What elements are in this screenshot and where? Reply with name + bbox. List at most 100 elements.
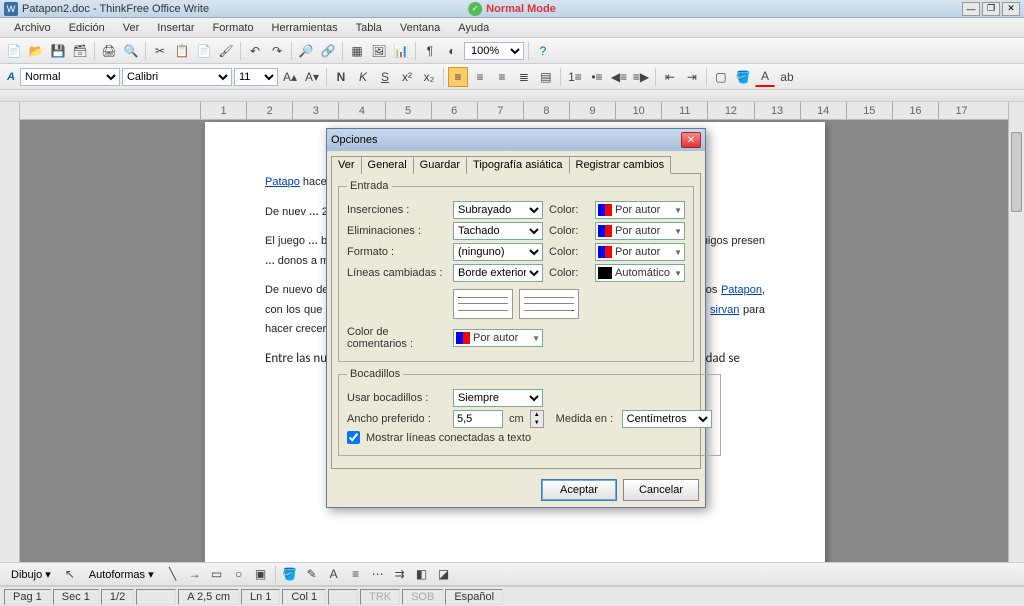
line-icon[interactable]: ╲: [163, 564, 183, 584]
highlight-icon[interactable]: ab: [777, 67, 797, 87]
dec-indent-icon[interactable]: ⇤: [660, 67, 680, 87]
menu-insertar[interactable]: Insertar: [149, 20, 202, 36]
numbering-icon[interactable]: 1≡: [565, 67, 585, 87]
preview-icon[interactable]: 🔍: [121, 41, 141, 61]
line-color-icon[interactable]: ✎: [302, 564, 322, 584]
zoom-combo[interactable]: 100%: [464, 42, 524, 60]
comentarios-color[interactable]: Por autor▼: [453, 329, 543, 347]
bold-icon[interactable]: N: [331, 67, 351, 87]
help-icon[interactable]: ?: [533, 41, 553, 61]
lineas-color[interactable]: Automático▼: [595, 264, 685, 282]
menu-herramientas[interactable]: Herramientas: [264, 20, 346, 36]
draw-menu[interactable]: Dibujo ▾: [4, 565, 58, 584]
shadow-icon[interactable]: ◧: [412, 564, 432, 584]
eliminaciones-select[interactable]: Tachado: [453, 222, 543, 240]
inserciones-select[interactable]: Subrayado: [453, 201, 543, 219]
arrow-style-icon[interactable]: ⇉: [390, 564, 410, 584]
close-button[interactable]: ✕: [1002, 2, 1020, 16]
outdent-icon[interactable]: ◀≡: [609, 67, 629, 87]
dialog-titlebar[interactable]: Opciones ✕: [327, 129, 705, 151]
align-center-icon[interactable]: ≡: [470, 67, 490, 87]
cut-icon[interactable]: ✂: [150, 41, 170, 61]
font-combo[interactable]: Calibri: [122, 68, 232, 86]
underline-icon[interactable]: S: [375, 67, 395, 87]
line-preview[interactable]: [453, 289, 579, 319]
redo-icon[interactable]: ↷: [267, 41, 287, 61]
menu-ver[interactable]: Ver: [115, 20, 148, 36]
format-painter-icon[interactable]: 🖌: [216, 41, 236, 61]
bullets-icon[interactable]: •≡: [587, 67, 607, 87]
grow-font-icon[interactable]: A▴: [280, 67, 300, 87]
save-icon[interactable]: 💾: [48, 41, 68, 61]
menu-edicion[interactable]: Edición: [61, 20, 113, 36]
aceptar-button[interactable]: Aceptar: [541, 479, 617, 501]
menu-formato[interactable]: Formato: [205, 20, 262, 36]
align-left-icon[interactable]: ≡: [448, 67, 468, 87]
line-style-icon[interactable]: ≡: [346, 564, 366, 584]
print-icon[interactable]: 🖨: [99, 41, 119, 61]
indent-icon[interactable]: ≡▶: [631, 67, 651, 87]
inserciones-color[interactable]: Por autor▼: [595, 201, 685, 219]
select-arrow-icon[interactable]: ↖: [60, 564, 80, 584]
menu-ayuda[interactable]: Ayuda: [450, 20, 497, 36]
border-icon[interactable]: ▢: [711, 67, 731, 87]
table-icon[interactable]: ▦: [347, 41, 367, 61]
superscript-icon[interactable]: x²: [397, 67, 417, 87]
paragraph-mark-icon[interactable]: ¶: [420, 41, 440, 61]
style-combo[interactable]: Normal: [20, 68, 120, 86]
menu-ventana[interactable]: Ventana: [392, 20, 448, 36]
new-icon[interactable]: 📄: [4, 41, 24, 61]
tab-guardar[interactable]: Guardar: [413, 156, 467, 174]
inc-indent-icon[interactable]: ⇥: [682, 67, 702, 87]
ancho-spinner[interactable]: ▲▼: [530, 410, 544, 428]
font-color2-icon[interactable]: A: [324, 564, 344, 584]
oval-icon[interactable]: ○: [229, 564, 249, 584]
menu-archivo[interactable]: Archivo: [6, 20, 59, 36]
tab-registrar-cambios[interactable]: Registrar cambios: [569, 156, 672, 174]
lineas-select[interactable]: Borde exterior: [453, 264, 543, 282]
undo-icon[interactable]: ↶: [245, 41, 265, 61]
align-right-icon[interactable]: ≡: [492, 67, 512, 87]
subscript-icon[interactable]: x₂: [419, 67, 439, 87]
rect-icon[interactable]: ▭: [207, 564, 227, 584]
fill-icon[interactable]: 🪣: [280, 564, 300, 584]
hyperlink-icon[interactable]: 🔗: [318, 41, 338, 61]
paste-icon[interactable]: 📄: [194, 41, 214, 61]
tab-general[interactable]: General: [361, 156, 414, 174]
usar-bocadillos-select[interactable]: Siempre: [453, 389, 543, 407]
vertical-ruler: [0, 102, 20, 562]
copy-icon[interactable]: 📋: [172, 41, 192, 61]
tab-tipografia[interactable]: Tipografía asiática: [466, 156, 569, 174]
fill-color-icon[interactable]: 🪣: [733, 67, 753, 87]
dash-style-icon[interactable]: ⋯: [368, 564, 388, 584]
fontsize-combo[interactable]: 11: [234, 68, 278, 86]
maximize-button[interactable]: ❐: [982, 2, 1000, 16]
menu-tabla[interactable]: Tabla: [348, 20, 390, 36]
italic-icon[interactable]: K: [353, 67, 373, 87]
shrink-font-icon[interactable]: A▾: [302, 67, 322, 87]
tab-ver[interactable]: Ver: [331, 156, 362, 174]
textbox-icon[interactable]: ▣: [251, 564, 271, 584]
vertical-scrollbar[interactable]: [1008, 102, 1024, 562]
formato-color[interactable]: Por autor▼: [595, 243, 685, 261]
open-icon[interactable]: 📂: [26, 41, 46, 61]
eliminaciones-color[interactable]: Por autor▼: [595, 222, 685, 240]
font-color-icon[interactable]: A: [755, 67, 775, 87]
cancelar-button[interactable]: Cancelar: [623, 479, 699, 501]
mostrar-lineas-checkbox[interactable]: [347, 431, 360, 444]
align-justify-icon[interactable]: ≣: [514, 67, 534, 87]
autoshapes-menu[interactable]: Autoformas ▾: [82, 565, 161, 584]
3d-icon[interactable]: ◪: [434, 564, 454, 584]
image-icon[interactable]: 🖼: [369, 41, 389, 61]
chart-icon[interactable]: 📊: [391, 41, 411, 61]
medida-select[interactable]: Centímetros: [622, 410, 712, 428]
ancho-input[interactable]: [453, 410, 503, 428]
dialog-close-icon[interactable]: ✕: [681, 132, 701, 148]
minimize-button[interactable]: —: [962, 2, 980, 16]
distribute-icon[interactable]: ▤: [536, 67, 556, 87]
saveall-icon[interactable]: 🗃: [70, 41, 90, 61]
arrow-icon[interactable]: →: [185, 564, 205, 584]
zoom-toggle-icon[interactable]: ◐: [442, 41, 462, 61]
find-icon[interactable]: 🔎: [296, 41, 316, 61]
formato-select[interactable]: (ninguno): [453, 243, 543, 261]
